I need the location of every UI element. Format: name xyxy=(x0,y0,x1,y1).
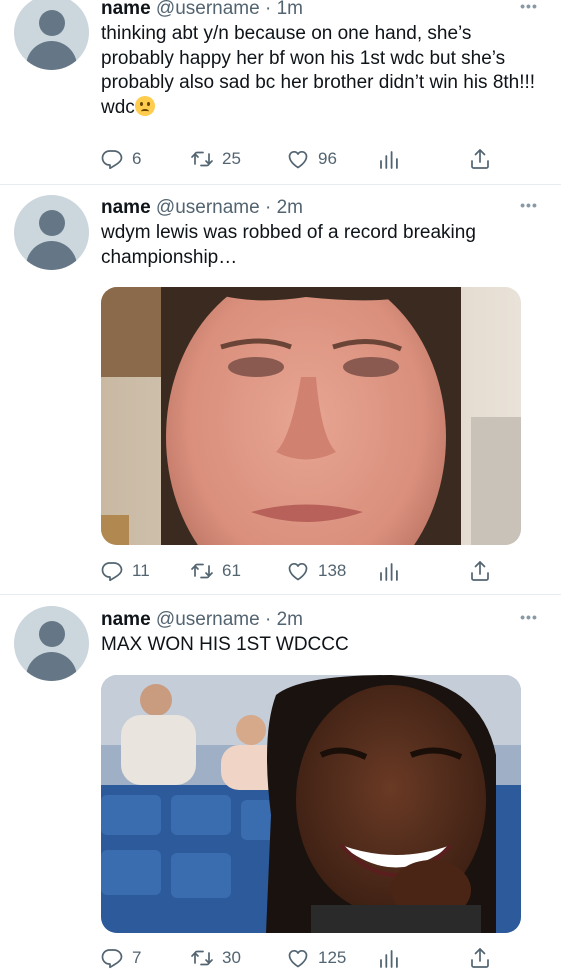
avatar[interactable] xyxy=(14,606,89,681)
retweet-button[interactable]: 61 xyxy=(190,558,241,584)
retweet-icon xyxy=(190,559,214,583)
like-count: 138 xyxy=(318,561,347,580)
reply-button[interactable]: 11 xyxy=(100,558,150,584)
like-icon xyxy=(286,946,310,970)
separator: · xyxy=(264,197,272,218)
like-count: 96 xyxy=(318,149,337,168)
more-icon[interactable]: ••• xyxy=(519,0,539,18)
share-icon xyxy=(468,147,492,171)
tweet[interactable]: name @username · 2m ••• MAX WON HIS 1ST … xyxy=(0,595,561,960)
separator: · xyxy=(264,0,272,19)
tweet-header: name @username · 1m xyxy=(101,0,303,20)
like-icon xyxy=(286,559,310,583)
reply-count: 11 xyxy=(132,561,150,580)
tweet[interactable]: name @username · 1m ••• thinking abt y/n… xyxy=(0,0,561,184)
stats-button[interactable] xyxy=(377,146,401,172)
tweet[interactable]: name @username · 2m ••• wdym lewis was r… xyxy=(0,185,561,594)
stats-icon xyxy=(377,559,401,583)
tweet-header: name @username · 2m xyxy=(101,197,303,219)
display-name[interactable]: name xyxy=(101,197,151,218)
retweet-count: 30 xyxy=(222,948,241,967)
tweet-actions: 11 61 138 xyxy=(100,558,500,584)
retweet-count: 25 xyxy=(222,149,241,168)
tweet-actions: 6 25 96 xyxy=(100,146,500,172)
reply-icon xyxy=(100,946,124,970)
timestamp[interactable]: 2m xyxy=(277,197,303,218)
reply-button[interactable]: 7 xyxy=(100,945,141,971)
retweet-icon xyxy=(190,946,214,970)
photo-laughing-woman-stadium xyxy=(101,675,521,933)
share-button[interactable] xyxy=(468,945,492,971)
tweet-photo[interactable] xyxy=(101,287,521,545)
share-icon xyxy=(468,946,492,970)
tweet-text: MAX WON HIS 1ST WDCCC xyxy=(101,634,349,655)
avatar[interactable] xyxy=(14,0,89,70)
reply-icon xyxy=(100,147,124,171)
avatar[interactable] xyxy=(14,195,89,270)
more-icon[interactable]: ••• xyxy=(519,609,539,629)
tweet-text: thinking abt y/n because on one hand, sh… xyxy=(101,22,541,120)
like-count: 125 xyxy=(318,948,347,967)
stats-icon xyxy=(377,946,401,970)
stats-button[interactable] xyxy=(377,558,401,584)
timestamp[interactable]: 1m xyxy=(277,0,303,19)
stats-icon xyxy=(377,147,401,171)
photo-crying-woman xyxy=(101,287,521,545)
retweet-button[interactable]: 30 xyxy=(190,945,241,971)
tweet-actions: 7 30 125 xyxy=(100,945,500,971)
reply-icon xyxy=(100,559,124,583)
retweet-button[interactable]: 25 xyxy=(190,146,241,172)
tweet-text: wdym lewis was robbed of a record breaki… xyxy=(101,222,476,268)
display-name[interactable]: name xyxy=(101,609,151,630)
like-button[interactable]: 138 xyxy=(286,558,346,584)
tweet-photo[interactable] xyxy=(101,675,521,933)
more-icon[interactable]: ••• xyxy=(519,197,539,217)
stats-button[interactable] xyxy=(377,945,401,971)
separator: · xyxy=(264,609,272,630)
username[interactable]: @username xyxy=(156,197,260,218)
like-button[interactable]: 125 xyxy=(286,945,346,971)
tweet-text-content: thinking abt y/n because on one hand, sh… xyxy=(101,23,536,118)
retweet-icon xyxy=(190,147,214,171)
timestamp[interactable]: 2m xyxy=(277,609,303,630)
tweet-header: name @username · 2m xyxy=(101,609,303,631)
username[interactable]: @username xyxy=(156,609,260,630)
reply-count: 7 xyxy=(132,948,142,967)
retweet-count: 61 xyxy=(222,561,241,580)
like-icon xyxy=(286,147,310,171)
share-button[interactable] xyxy=(468,558,492,584)
display-name[interactable]: name xyxy=(101,0,151,19)
share-button[interactable] xyxy=(468,146,492,172)
username[interactable]: @username xyxy=(156,0,260,19)
share-icon xyxy=(468,559,492,583)
reply-button[interactable]: 6 xyxy=(100,146,141,172)
reply-count: 6 xyxy=(132,149,142,168)
like-button[interactable]: 96 xyxy=(286,146,337,172)
slightly-frowning-face-icon xyxy=(134,95,155,116)
